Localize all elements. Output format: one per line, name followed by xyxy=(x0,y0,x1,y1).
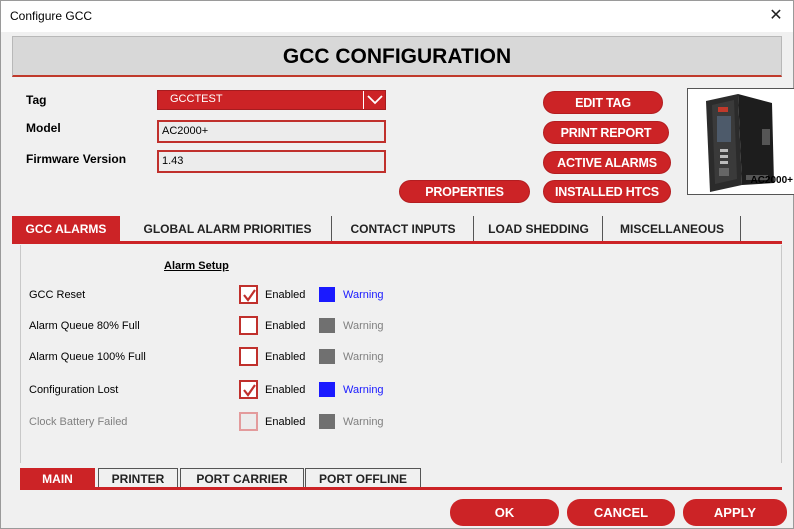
severity-color-swatch[interactable] xyxy=(319,349,335,364)
print-report-button[interactable]: PRINT REPORT xyxy=(543,121,669,144)
severity-color-swatch xyxy=(319,414,335,429)
severity-label: Warning xyxy=(343,384,384,396)
alarm-row-configuration-lost: Configuration Lost Enabled Warning xyxy=(21,379,441,401)
configuration-banner: GCC CONFIGURATION xyxy=(12,36,782,77)
severity-label: Warning xyxy=(343,289,384,301)
alarm-row-gcc-reset: GCC Reset Enabled Warning xyxy=(21,284,441,306)
firmware-version-field[interactable]: 1.43 xyxy=(157,150,386,173)
severity-color-swatch[interactable] xyxy=(319,287,335,302)
enabled-checkbox xyxy=(239,412,258,431)
enabled-label: Enabled xyxy=(265,416,306,428)
severity-color-swatch[interactable] xyxy=(319,318,335,333)
title-bar: Configure GCC ✕ xyxy=(1,1,793,32)
severity-color-swatch[interactable] xyxy=(319,382,335,397)
alarm-name: Configuration Lost xyxy=(29,384,119,396)
gcc-tab-bar: GCC ALARMS GLOBAL ALARM PRIORITIES CONTA… xyxy=(12,216,782,242)
alarm-name: Clock Battery Failed xyxy=(29,416,128,428)
configure-gcc-dialog: Configure GCC ✕ GCC CONFIGURATION Tag GC… xyxy=(0,0,794,529)
firmware-version-label: Firmware Version xyxy=(26,152,127,166)
model-field[interactable]: AC2000+ xyxy=(157,120,386,143)
model-value: AC2000+ xyxy=(162,125,209,137)
tab-global-alarm-priorities[interactable]: GLOBAL ALARM PRIORITIES xyxy=(124,216,332,242)
installed-htcs-button[interactable]: INSTALLED HTCS xyxy=(543,180,671,203)
tab-printer[interactable]: PRINTER xyxy=(98,468,178,487)
severity-label: Warning xyxy=(343,320,384,332)
tab-underline xyxy=(12,241,782,244)
close-icon[interactable]: ✕ xyxy=(765,5,787,27)
alarm-row-queue-100: Alarm Queue 100% Full Enabled Warning xyxy=(21,346,441,368)
tab-contact-inputs[interactable]: CONTACT INPUTS xyxy=(333,216,474,242)
active-alarms-button[interactable]: ACTIVE ALARMS xyxy=(543,151,671,174)
checkmark-icon xyxy=(243,289,256,302)
severity-label: Warning xyxy=(343,351,384,363)
alarm-name: Alarm Queue 80% Full xyxy=(29,320,140,332)
port-tab-bar: MAIN PRINTER PORT CARRIER PORT OFFLINE xyxy=(20,468,782,490)
enabled-label: Enabled xyxy=(265,320,306,332)
tab-port-carrier[interactable]: PORT CARRIER xyxy=(180,468,304,487)
enabled-checkbox[interactable] xyxy=(239,347,258,366)
tag-label: Tag xyxy=(26,93,47,107)
tab-port-offline[interactable]: PORT OFFLINE xyxy=(305,468,421,487)
tab-main[interactable]: MAIN xyxy=(20,468,95,490)
model-label: Model xyxy=(26,121,61,135)
severity-label: Warning xyxy=(343,416,384,428)
window-title: Configure GCC xyxy=(10,9,93,23)
checkmark-icon xyxy=(243,384,256,397)
enabled-checkbox[interactable] xyxy=(239,316,258,335)
tab-gcc-alarms[interactable]: GCC ALARMS xyxy=(12,216,120,242)
tag-select-value: GCCTEST xyxy=(170,93,223,105)
device-label: AC2000+ xyxy=(750,175,793,186)
alarm-setup-header: Alarm Setup xyxy=(164,260,229,272)
alarm-name: Alarm Queue 100% Full xyxy=(29,351,146,363)
apply-button[interactable]: APPLY xyxy=(683,499,787,526)
chevron-down-icon[interactable] xyxy=(363,91,385,109)
ok-button[interactable]: OK xyxy=(450,499,559,526)
alarm-name: GCC Reset xyxy=(29,289,86,301)
banner-title: GCC CONFIGURATION xyxy=(282,45,512,68)
gcc-info-panel: Tag GCCTEST Model AC2000+ Firmware Versi… xyxy=(12,79,794,209)
enabled-label: Enabled xyxy=(265,351,306,363)
device-image: AC2000+ xyxy=(687,88,794,195)
alarm-setup-panel: Alarm Setup GCC Reset Enabled Warning Al… xyxy=(20,245,782,463)
alarm-row-queue-80: Alarm Queue 80% Full Enabled Warning xyxy=(21,315,441,337)
cancel-button[interactable]: CANCEL xyxy=(567,499,675,526)
enabled-label: Enabled xyxy=(265,384,306,396)
properties-button[interactable]: PROPERTIES xyxy=(399,180,530,203)
firmware-version-value: 1.43 xyxy=(162,155,184,167)
enabled-checkbox[interactable] xyxy=(239,380,258,399)
enabled-checkbox[interactable] xyxy=(239,285,258,304)
tab-load-shedding[interactable]: LOAD SHEDDING xyxy=(475,216,603,242)
edit-tag-button[interactable]: EDIT TAG xyxy=(543,91,663,114)
alarm-row-clock-battery-failed: Clock Battery Failed Enabled Warning xyxy=(21,411,441,433)
tab-miscellaneous[interactable]: MISCELLANEOUS xyxy=(604,216,741,242)
enabled-label: Enabled xyxy=(265,289,306,301)
tag-select[interactable]: GCCTEST xyxy=(157,90,386,110)
